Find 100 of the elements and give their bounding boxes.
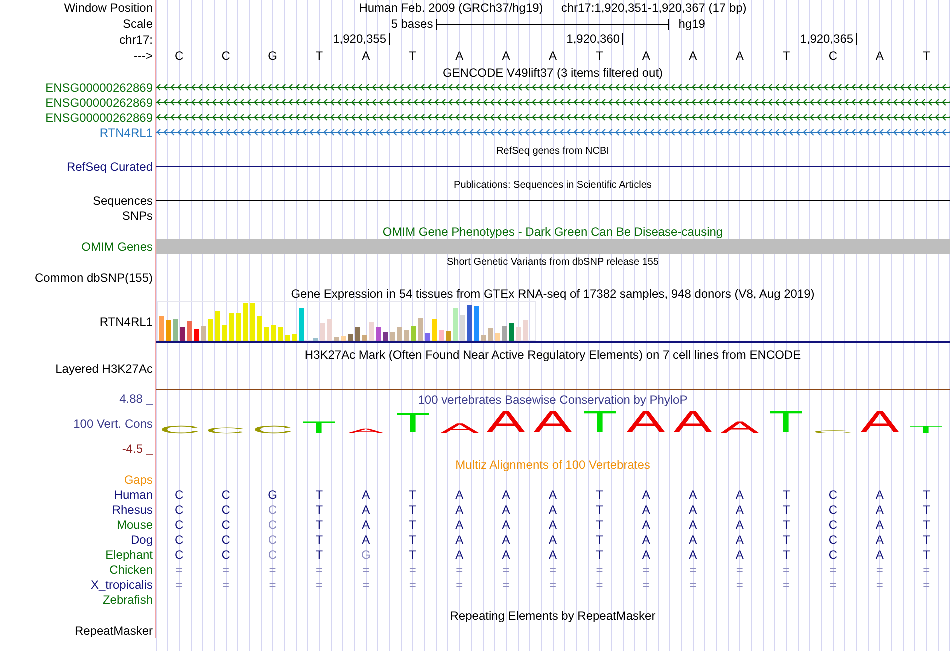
alignment-base: T	[316, 532, 324, 546]
track-label: RTN4RL1	[100, 126, 153, 140]
track-title: RefSeq genes from NCBI	[496, 145, 610, 159]
alignment-base: =	[222, 562, 230, 576]
alignment-base: =	[316, 578, 323, 592]
alignment-base: =	[690, 562, 697, 576]
position-tick-label: 1,920,360	[566, 33, 624, 45]
alignment-base: =	[596, 562, 604, 576]
assembly-label: hg19	[678, 17, 706, 31]
alignment-base: T	[922, 518, 930, 532]
species-label: X_tropicalis	[90, 578, 153, 592]
track-label: Gaps	[124, 472, 153, 486]
track-label: Layered H3K27Ac	[56, 362, 153, 376]
alignment-base: A	[362, 532, 370, 546]
track-label: SNPs	[122, 208, 153, 222]
alignment-base: =	[502, 578, 510, 592]
alignment-base: A	[689, 548, 698, 562]
conservation-letter: C	[158, 426, 200, 434]
alignment-base: A	[689, 488, 698, 502]
alignment-base: C	[828, 532, 838, 546]
alignment-base: A	[548, 502, 557, 516]
alignment-base: A	[362, 518, 370, 532]
alignment-base: C	[175, 502, 184, 516]
conservation-letter: T	[769, 412, 804, 434]
alignment-base: A	[876, 488, 884, 502]
scale-length: 5 bases	[391, 17, 434, 31]
alignment-base: =	[876, 562, 884, 576]
conservation-letter: A	[487, 412, 526, 434]
alignment-base: A	[362, 488, 370, 502]
alignment-base: T	[782, 548, 790, 562]
alignment-base: C	[175, 488, 184, 502]
conservation-letter: T	[395, 414, 430, 434]
alignment-base: A	[548, 488, 557, 502]
alignment-base: A	[689, 532, 698, 546]
row-label: --->	[134, 49, 153, 63]
alignment-base: A	[736, 488, 744, 502]
base-letter: A	[502, 50, 510, 62]
alignment-base: C	[828, 488, 838, 502]
alignment-base: T	[596, 488, 604, 502]
position-range: chr17:1,920,351-1,920,367 (17 bp)	[561, 1, 747, 15]
alignment-base: A	[502, 532, 510, 546]
alignment-base: A	[548, 532, 557, 546]
alignment-base: A	[642, 488, 650, 502]
alignment-base: =	[362, 562, 370, 576]
track-title: Short Genetic Variants from dbSNP release 155	[447, 256, 659, 270]
alignment-base: C	[268, 502, 278, 516]
alignment-base: =	[736, 562, 744, 576]
conservation-letter: A	[440, 424, 479, 434]
base-letter: A	[362, 50, 370, 62]
conservation-letter: T	[302, 422, 337, 434]
base-letter: T	[922, 50, 930, 62]
base-letter: G	[268, 50, 278, 62]
alignment-base: C	[175, 518, 184, 532]
alignment-base: A	[689, 518, 698, 532]
alignment-base: =	[830, 578, 837, 592]
alignment-base: A	[736, 548, 744, 562]
alignment-base: T	[782, 532, 790, 546]
conservation-letter: A	[860, 412, 899, 434]
species-label: Human	[114, 488, 153, 502]
alignment-base: A	[502, 518, 510, 532]
track-label: OMIM Genes	[82, 240, 153, 254]
alignment-base: T	[922, 502, 930, 516]
alignment-base: A	[736, 518, 744, 532]
species-label: Elephant	[106, 548, 153, 562]
alignment-base: A	[548, 518, 557, 532]
alignment-base: =	[923, 578, 930, 592]
species-label: Rhesus	[112, 502, 153, 516]
track-label: RTN4RL1	[100, 315, 153, 329]
track-label: Common dbSNP(155)	[34, 270, 153, 284]
alignment-base: A	[548, 548, 557, 562]
conservation-letter: T	[582, 412, 618, 434]
row-label: Window Position	[64, 1, 153, 15]
conservation-letter: A	[674, 412, 712, 434]
track-title: H3K27Ac Mark (Often Found Near Active Regulatory Elements) on 7 cell lines from ENCODE	[304, 348, 802, 362]
alignment-base: =	[456, 578, 464, 592]
track-label: ENSG00000262869	[46, 80, 153, 94]
alignment-base: C	[828, 548, 838, 562]
track-title: Publications: Sequences in Scientific Articles	[454, 179, 652, 193]
alignment-base: A	[876, 532, 884, 546]
alignment-base: =	[176, 562, 183, 576]
alignment-base: =	[456, 562, 464, 576]
alignment-base: A	[642, 532, 650, 546]
track-label: ENSG00000262869	[46, 110, 153, 124]
species-label: Dog	[130, 532, 153, 546]
alignment-base: =	[736, 578, 744, 592]
alignment-base: T	[782, 502, 790, 516]
alignment-base: =	[642, 562, 650, 576]
alignment-base: C	[222, 518, 230, 532]
alignment-base: T	[409, 548, 417, 562]
alignment-base: A	[362, 502, 370, 516]
base-letter: T	[782, 50, 790, 62]
alignment-base: A	[642, 502, 650, 516]
alignment-base: A	[456, 532, 464, 546]
base-letter: A	[876, 50, 884, 62]
alignment-base: A	[502, 488, 510, 502]
base-letter: C	[175, 50, 184, 62]
alignment-base: A	[502, 502, 510, 516]
alignment-base: C	[175, 548, 184, 562]
base-letter: A	[736, 50, 744, 62]
alignment-base: A	[876, 518, 884, 532]
